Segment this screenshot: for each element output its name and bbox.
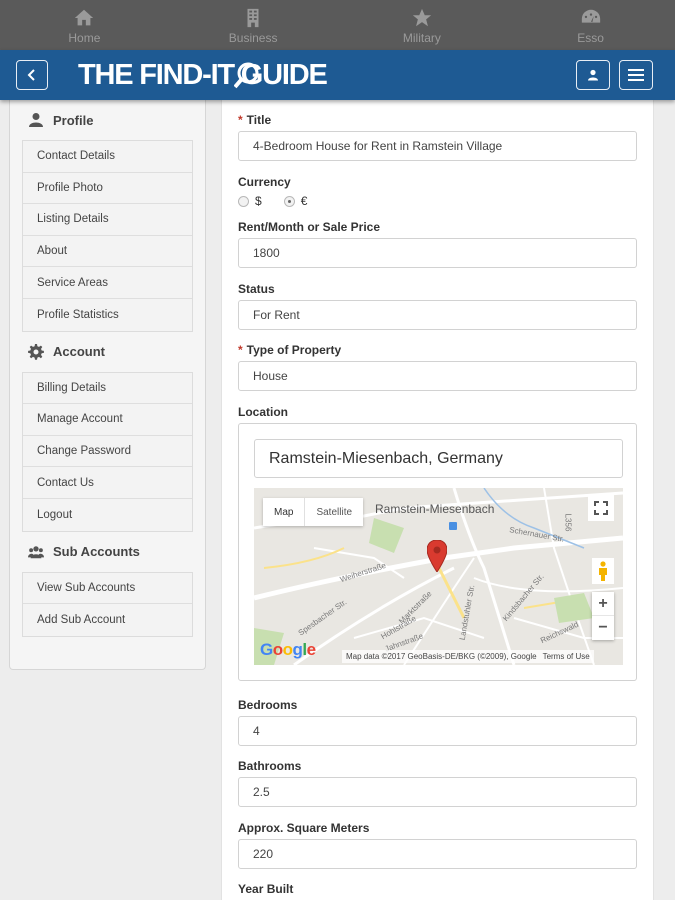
map-type-toggle: Map Satellite bbox=[263, 498, 364, 526]
sidebar-item-contact-details[interactable]: Contact Details bbox=[23, 141, 192, 173]
users-icon bbox=[28, 545, 44, 558]
sidebar-item-profile-statistics[interactable]: Profile Statistics bbox=[23, 298, 192, 331]
gauge-icon bbox=[581, 9, 600, 23]
map-street-label: L356 bbox=[563, 513, 573, 532]
terms-of-use-link[interactable]: Terms of Use bbox=[543, 652, 590, 661]
logo-text: THE FIND-IT GUIDE bbox=[78, 58, 328, 91]
location-box: Ramstein-Miesenbach, Germany Weiherstraß… bbox=[238, 423, 637, 681]
fullscreen-button[interactable] bbox=[588, 495, 614, 521]
map-attribution: Map data ©2017 GeoBasis-DE/BKG (©2009), … bbox=[342, 650, 594, 663]
currency-radio-euro[interactable] bbox=[283, 195, 295, 207]
account-menu: Billing Details Manage Account Change Pa… bbox=[22, 371, 193, 532]
currency-option-euro: € bbox=[300, 194, 308, 208]
user-icon bbox=[29, 113, 43, 127]
nav-military-label: Military bbox=[402, 31, 441, 45]
map-pin-icon[interactable] bbox=[427, 540, 447, 572]
magnifier-icon bbox=[234, 62, 259, 89]
sidebar-section-sub-accounts: Sub Accounts bbox=[10, 532, 205, 572]
fullscreen-icon bbox=[594, 501, 608, 515]
nav-military[interactable]: Military bbox=[338, 0, 507, 50]
location-input[interactable]: Ramstein-Miesenbach, Germany bbox=[254, 439, 623, 478]
currency-radio-dollar[interactable] bbox=[238, 195, 249, 207]
google-logo: Google bbox=[260, 640, 316, 659]
nav-home[interactable]: Home bbox=[0, 0, 169, 50]
status-label: Status bbox=[238, 282, 275, 296]
status-select[interactable]: For Rent bbox=[238, 300, 637, 330]
bathrooms-label: Bathrooms bbox=[238, 759, 302, 773]
map-town-label: Ramstein-Miesenbach bbox=[375, 502, 495, 516]
year-built-label: Year Built bbox=[238, 882, 294, 896]
price-input[interactable]: 1800 bbox=[238, 238, 637, 268]
sub-accounts-menu: View Sub Accounts Add Sub Account bbox=[22, 571, 193, 637]
gear-icon bbox=[28, 343, 44, 360]
required-mark: * bbox=[238, 343, 243, 357]
app-header: THE FIND-IT GUIDE bbox=[0, 50, 675, 100]
location-label: Location bbox=[238, 405, 288, 419]
sidebar-item-billing-details[interactable]: Billing Details bbox=[23, 372, 192, 405]
nav-home-label: Home bbox=[68, 31, 101, 45]
square-meters-input[interactable]: 220 bbox=[238, 839, 637, 869]
title-input[interactable]: 4-Bedroom House for Rent in Ramstein Vil… bbox=[238, 131, 637, 161]
bathrooms-input[interactable]: 2.5 bbox=[238, 777, 637, 807]
nav-business[interactable]: Business bbox=[169, 0, 338, 50]
sidebar: Profile Contact Details Profile Photo Li… bbox=[9, 100, 206, 670]
menu-button[interactable] bbox=[619, 60, 653, 90]
square-meters-label: Approx. Square Meters bbox=[238, 821, 370, 835]
sidebar-item-view-sub-accounts[interactable]: View Sub Accounts bbox=[23, 572, 192, 605]
sidebar-item-change-password[interactable]: Change Password bbox=[23, 435, 192, 468]
user-icon bbox=[588, 69, 598, 81]
map-tab-map[interactable]: Map bbox=[263, 498, 304, 526]
currency-radio-group: $ € bbox=[238, 194, 329, 208]
bedrooms-label: Bedrooms bbox=[238, 698, 298, 712]
home-icon bbox=[75, 9, 94, 26]
section-title: Sub Accounts bbox=[53, 544, 140, 560]
sidebar-item-logout[interactable]: Logout bbox=[23, 498, 192, 531]
map-tab-satellite[interactable]: Satellite bbox=[304, 498, 363, 526]
profile-menu: Contact Details Profile Photo Listing De… bbox=[22, 140, 193, 332]
star-icon bbox=[412, 8, 432, 27]
currency-option-dollar: $ bbox=[255, 194, 262, 208]
site-logo[interactable]: THE FIND-IT GUIDE bbox=[78, 58, 328, 92]
required-mark: * bbox=[238, 113, 243, 127]
zoom-out-button[interactable]: − bbox=[592, 616, 614, 640]
sidebar-item-manage-account[interactable]: Manage Account bbox=[23, 404, 192, 436]
zoom-in-button[interactable]: + bbox=[592, 592, 614, 616]
title-label: * Title bbox=[238, 113, 271, 127]
listing-form: * Title 4-Bedroom House for Rent in Ramst… bbox=[221, 100, 654, 900]
sidebar-item-add-sub-account[interactable]: Add Sub Account bbox=[23, 604, 192, 636]
title-label-text: Title bbox=[246, 113, 272, 127]
building-icon bbox=[247, 8, 259, 28]
sidebar-item-contact-us[interactable]: Contact Us bbox=[23, 467, 192, 499]
back-button[interactable] bbox=[16, 60, 48, 90]
attribution-text: Map data ©2017 GeoBasis-DE/BKG (©2009), … bbox=[346, 652, 537, 661]
property-type-label-text: Type of Property bbox=[246, 343, 342, 357]
top-navigation: Home Business Military Esso bbox=[0, 0, 675, 50]
sidebar-item-profile-photo[interactable]: Profile Photo bbox=[23, 172, 192, 205]
nav-business-label: Business bbox=[228, 31, 278, 45]
user-account-button[interactable] bbox=[576, 60, 610, 90]
currency-label: Currency bbox=[238, 175, 291, 189]
sidebar-section-account: Account bbox=[10, 332, 205, 372]
zoom-controls: + − bbox=[592, 592, 614, 640]
nav-esso[interactable]: Esso bbox=[506, 0, 675, 50]
sidebar-item-service-areas[interactable]: Service Areas bbox=[23, 267, 192, 299]
street-view-button[interactable] bbox=[592, 558, 614, 584]
sidebar-section-profile: Profile bbox=[10, 100, 205, 140]
chevron-left-icon bbox=[27, 69, 35, 81]
property-type-label: * Type of Property bbox=[238, 343, 341, 357]
bedrooms-input[interactable]: 4 bbox=[238, 716, 637, 746]
nav-esso-label: Esso bbox=[577, 31, 604, 45]
price-label: Rent/Month or Sale Price bbox=[238, 220, 381, 234]
section-title: Profile bbox=[53, 112, 94, 128]
sidebar-item-about[interactable]: About bbox=[23, 235, 192, 268]
hamburger-icon bbox=[628, 69, 644, 81]
property-type-select[interactable]: House bbox=[238, 361, 637, 391]
section-title: Account bbox=[53, 344, 105, 360]
sidebar-item-listing-details[interactable]: Listing Details bbox=[23, 204, 192, 236]
map-view[interactable]: Weiherstraße Spesbacher Str. Marktstraße… bbox=[254, 488, 623, 665]
pegman-icon bbox=[599, 561, 607, 581]
